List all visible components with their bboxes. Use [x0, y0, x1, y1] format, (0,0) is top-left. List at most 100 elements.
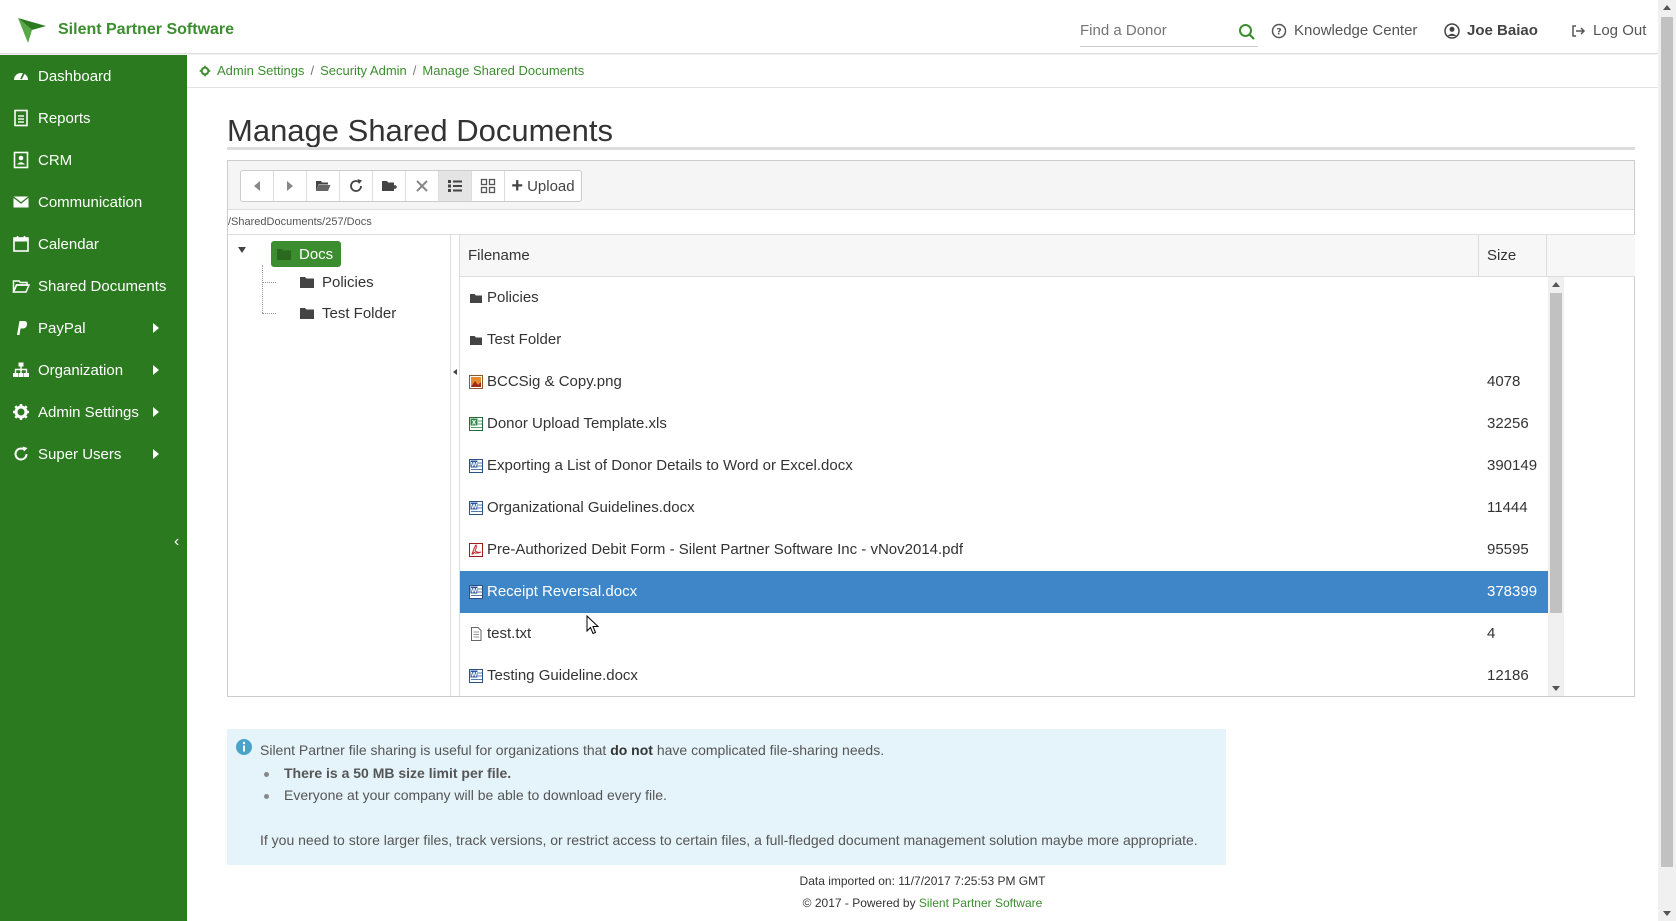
file-row-test-txt[interactable]: test.txt 4: [460, 613, 1548, 655]
svg-text:W: W: [471, 588, 478, 595]
logout-label: Log Out: [1593, 22, 1647, 39]
file-size: 32256: [1487, 415, 1529, 432]
logout-link[interactable]: Log Out: [1570, 22, 1646, 39]
folder-open-icon: [316, 181, 331, 191]
user-menu[interactable]: Joe Baiao: [1444, 22, 1538, 39]
file-name: Organizational Guidelines.docx: [487, 499, 695, 516]
sidebar-item-label: Super Users: [38, 445, 122, 463]
tree-expand-toggle[interactable]: [238, 247, 246, 253]
user-name: Joe Baiao: [1467, 22, 1538, 39]
sidebar-item-label: PayPal: [38, 319, 86, 337]
svg-text:?: ?: [1276, 27, 1281, 37]
upload-label: Upload: [527, 177, 575, 195]
scrollbar-thumb[interactable]: [1661, 17, 1673, 867]
donor-search-input[interactable]: [1080, 19, 1230, 42]
arrow-left-icon: [254, 181, 260, 191]
file-row-organizational-guidelines[interactable]: W Organizational Guidelines.docx 11444: [460, 487, 1548, 529]
submenu-arrow-icon: [153, 407, 159, 417]
file-list-header: Filename Size: [460, 235, 1635, 277]
sidebar-item-reports[interactable]: Reports: [0, 97, 187, 139]
back-button[interactable]: [241, 171, 274, 201]
calendar-icon: [12, 235, 30, 253]
submenu-arrow-icon: [153, 365, 159, 375]
sidebar-item-admin-settings[interactable]: Admin Settings: [0, 391, 187, 433]
folder-tree: Docs Policies Test Folder: [228, 235, 451, 696]
file-list-scrollbar[interactable]: [1548, 277, 1564, 696]
sidebar-item-dashboard[interactable]: Dashboard: [0, 55, 187, 97]
tree-node-policies[interactable]: Policies: [300, 270, 374, 294]
powered-by-link[interactable]: Silent Partner Software: [919, 896, 1042, 910]
excel-file-icon: X: [469, 417, 483, 431]
open-folder-button[interactable]: [307, 171, 340, 201]
scroll-down-arrow[interactable]: [1663, 911, 1671, 916]
scroll-down-arrow[interactable]: [1552, 686, 1560, 691]
list-view-icon: [448, 180, 462, 192]
arrow-right-icon: [287, 181, 293, 191]
list-view-button[interactable]: [439, 171, 472, 201]
refresh-icon: [350, 179, 362, 192]
tree-node-label: Test Folder: [322, 304, 397, 322]
info-intro-text-end: have complicated file-sharing needs.: [652, 742, 885, 758]
image-file-icon: [469, 375, 483, 389]
word-file-icon: W: [469, 501, 483, 515]
sidebar-item-shared-documents[interactable]: Shared Documents: [0, 265, 187, 307]
app-logo[interactable]: Silent Partner Software: [18, 16, 234, 44]
donor-search: [1080, 19, 1258, 47]
breadcrumb-security-admin[interactable]: Security Admin: [320, 63, 407, 78]
sidebar-item-crm[interactable]: CRM: [0, 139, 187, 181]
current-path: /SharedDocuments/257/Docs: [228, 216, 372, 228]
file-row-policies[interactable]: Policies: [460, 277, 1548, 319]
file-row-donor-upload-template[interactable]: X Donor Upload Template.xls 32256: [460, 403, 1548, 445]
file-row-testing-guideline[interactable]: W Testing Guideline.docx 12186: [460, 655, 1548, 696]
logo-icon: [18, 18, 46, 43]
file-name: Testing Guideline.docx: [487, 667, 638, 684]
submenu-arrow-icon: [153, 323, 159, 333]
tree-node-test-folder[interactable]: Test Folder: [300, 301, 396, 325]
file-name: test.txt: [487, 625, 532, 642]
file-manager: + Upload /SharedDocuments/257/Docs Docs …: [227, 160, 1635, 697]
forward-button[interactable]: [274, 171, 307, 201]
sidebar-item-communication[interactable]: Communication: [0, 181, 187, 223]
info-intro-emphasis: do not: [610, 742, 653, 758]
sidebar-item-label: Organization: [38, 361, 124, 379]
sidebar-item-super-users[interactable]: Super Users: [0, 433, 187, 475]
sidebar-item-calendar[interactable]: Calendar: [0, 223, 187, 265]
scrollbar-thumb[interactable]: [1550, 293, 1562, 613]
page-scrollbar[interactable]: [1658, 0, 1676, 921]
sign-out-icon: [1572, 24, 1586, 37]
file-row-bccsig[interactable]: BCCSig & Copy.png 4078: [460, 361, 1548, 403]
info-bullet-size-limit: There is a 50 MB size limit per file.: [264, 765, 667, 787]
grid-view-button[interactable]: [472, 171, 505, 201]
breadcrumb-admin-settings[interactable]: Admin Settings: [217, 63, 304, 78]
folder-icon: [277, 248, 291, 260]
new-folder-button[interactable]: [373, 171, 406, 201]
file-name: Exporting a List of Donor Details to Wor…: [487, 457, 853, 474]
knowledge-center-link[interactable]: ? Knowledge Center: [1271, 22, 1417, 39]
delete-button[interactable]: [406, 171, 439, 201]
scroll-up-arrow[interactable]: [1552, 282, 1560, 287]
scroll-up-arrow[interactable]: [1663, 5, 1671, 10]
sidebar-item-organization[interactable]: Organization: [0, 349, 187, 391]
info-intro: Silent Partner file sharing is useful fo…: [260, 742, 884, 758]
column-header-filename[interactable]: Filename: [468, 247, 530, 264]
file-row-pre-authorized-debit-form[interactable]: Pre-Authorized Debit Form - Silent Partn…: [460, 529, 1548, 571]
file-size: 4: [1487, 625, 1496, 642]
header-scroll-spacer: [1546, 235, 1635, 277]
refresh-button[interactable]: [340, 171, 373, 201]
file-row-exporting-a-list[interactable]: W Exporting a List of Donor Details to W…: [460, 445, 1548, 487]
search-icon[interactable]: [1238, 23, 1256, 41]
file-size: 378399: [1487, 583, 1538, 600]
refresh-icon: [12, 445, 30, 463]
tree-node-docs[interactable]: Docs: [271, 241, 342, 267]
sidebar-collapse-button[interactable]: ‹: [174, 533, 179, 551]
paypal-icon: [12, 319, 30, 337]
column-header-size[interactable]: Size: [1478, 235, 1546, 277]
sidebar-item-paypal[interactable]: PayPal: [0, 307, 187, 349]
upload-button[interactable]: + Upload: [505, 171, 581, 201]
file-size: 390149: [1487, 457, 1538, 474]
file-row-test-folder[interactable]: Test Folder: [460, 319, 1548, 361]
breadcrumb-current: Manage Shared Documents: [422, 63, 585, 78]
file-row-receipt-reversal[interactable]: W Receipt Reversal.docx 378399: [460, 571, 1548, 613]
splitter-collapse-arrow[interactable]: [453, 369, 457, 375]
svg-text:W: W: [471, 672, 478, 679]
